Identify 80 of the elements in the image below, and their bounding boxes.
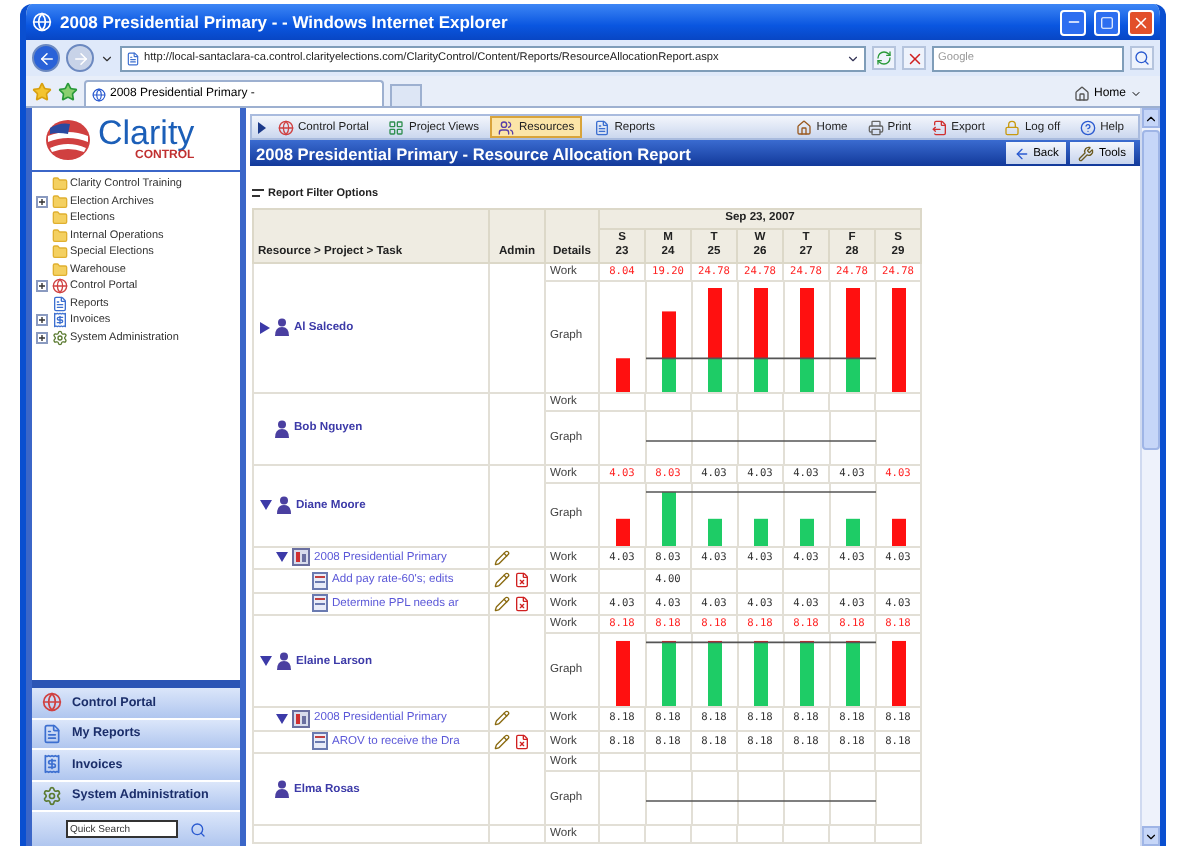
project-icon bbox=[292, 709, 310, 728]
task-icon bbox=[312, 571, 328, 590]
collapse-caret-icon[interactable] bbox=[260, 500, 272, 511]
grid-icon bbox=[388, 119, 405, 135]
forward-arrow-icon bbox=[71, 49, 89, 67]
search-icon bbox=[1134, 50, 1150, 66]
person-icon bbox=[274, 780, 290, 799]
help-icon bbox=[1080, 119, 1097, 135]
lock-icon bbox=[1004, 119, 1021, 135]
scroll-up-button[interactable] bbox=[1142, 108, 1160, 128]
collapse-caret-icon[interactable] bbox=[276, 713, 288, 724]
receipt-icon bbox=[42, 754, 62, 775]
page-icon bbox=[92, 87, 106, 101]
expand-box-icon[interactable] bbox=[36, 314, 48, 327]
expand-box-icon[interactable] bbox=[36, 280, 48, 293]
person-icon bbox=[276, 496, 292, 515]
document-icon bbox=[42, 723, 62, 744]
export-icon bbox=[931, 119, 948, 135]
flag-globe-icon bbox=[44, 117, 92, 161]
pencil-icon[interactable] bbox=[494, 710, 510, 727]
document-icon bbox=[594, 119, 611, 135]
page-icon bbox=[126, 51, 140, 65]
gear-icon bbox=[42, 785, 62, 806]
expand-box-icon[interactable] bbox=[36, 195, 48, 208]
close-button[interactable] bbox=[1128, 9, 1154, 35]
scroll-down-button[interactable] bbox=[1142, 826, 1160, 846]
pencil-icon[interactable] bbox=[494, 549, 510, 566]
browser-icon bbox=[32, 12, 52, 32]
refresh-button[interactable] bbox=[872, 46, 896, 70]
globe-icon bbox=[52, 278, 68, 295]
filter-lines-icon bbox=[252, 188, 264, 198]
person-icon bbox=[276, 652, 292, 671]
minimize-button[interactable] bbox=[1060, 9, 1086, 35]
stop-button[interactable] bbox=[902, 46, 926, 70]
people-icon bbox=[498, 119, 515, 135]
history-dropdown-icon[interactable] bbox=[100, 51, 114, 65]
report-title: 2008 Presidential Primary - Resource Allocation Report bbox=[256, 143, 693, 163]
scrollbar[interactable] bbox=[1140, 108, 1160, 846]
project-icon bbox=[292, 548, 310, 567]
search-button[interactable] bbox=[1130, 46, 1154, 70]
expand-caret-icon[interactable] bbox=[260, 321, 270, 334]
back-arrow-icon bbox=[1013, 145, 1030, 161]
maximize-icon bbox=[1100, 15, 1114, 29]
collapse-caret-icon[interactable] bbox=[260, 656, 272, 667]
globe-icon bbox=[42, 692, 62, 713]
scroll-thumb[interactable] bbox=[1142, 130, 1160, 450]
collapse-caret-icon[interactable] bbox=[276, 552, 288, 563]
toolbar-toggle-icon[interactable] bbox=[258, 121, 266, 133]
pencil-icon[interactable] bbox=[494, 572, 510, 589]
globe-icon bbox=[278, 119, 294, 135]
maximize-button[interactable] bbox=[1094, 9, 1120, 35]
refresh-icon bbox=[876, 50, 892, 66]
receipt-icon bbox=[52, 312, 68, 329]
person-icon bbox=[274, 419, 290, 438]
document-icon bbox=[52, 295, 68, 312]
back-arrow-icon bbox=[37, 49, 55, 67]
delete-icon[interactable] bbox=[514, 572, 530, 589]
expand-box-icon[interactable] bbox=[36, 331, 48, 344]
home-icon bbox=[796, 119, 813, 135]
window-title: 2008 Presidential Primary - - Windows Internet Explorer bbox=[60, 12, 510, 32]
wrench-icon bbox=[1078, 145, 1095, 161]
delete-icon[interactable] bbox=[514, 733, 530, 750]
pencil-icon[interactable] bbox=[494, 733, 510, 750]
add-favorite-icon[interactable] bbox=[58, 81, 78, 101]
person-icon bbox=[274, 318, 290, 337]
search-icon[interactable] bbox=[190, 821, 206, 837]
dropdown-icon bbox=[1130, 87, 1142, 99]
close-icon bbox=[1132, 13, 1150, 31]
delete-icon[interactable] bbox=[514, 595, 530, 612]
gear-icon bbox=[52, 329, 68, 346]
pencil-icon[interactable] bbox=[494, 595, 510, 612]
stop-icon bbox=[905, 49, 923, 67]
task-icon bbox=[312, 732, 328, 751]
home-icon bbox=[1073, 85, 1090, 101]
dropdown-icon[interactable] bbox=[846, 51, 860, 65]
logo-name: Clarity bbox=[98, 116, 195, 150]
task-icon bbox=[312, 594, 328, 613]
favorites-star-icon[interactable] bbox=[32, 81, 52, 101]
printer-icon bbox=[867, 119, 884, 135]
back-button[interactable] bbox=[32, 44, 60, 72]
